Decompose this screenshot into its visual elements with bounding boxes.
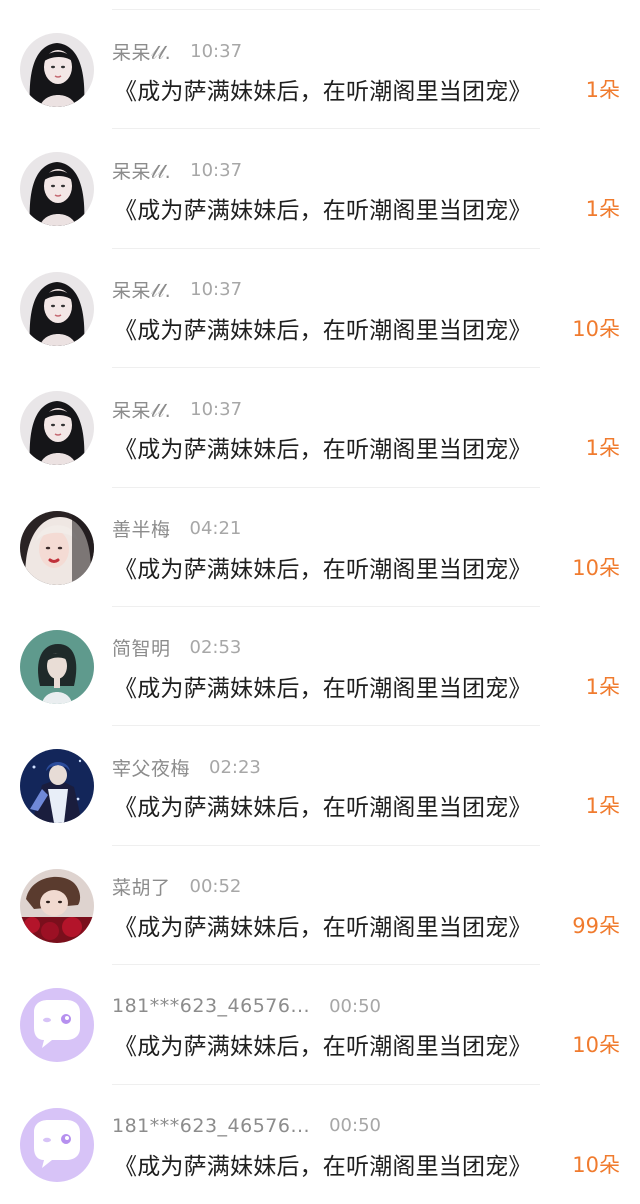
user-avatar[interactable] bbox=[20, 1107, 94, 1182]
timestamp: 04:21 bbox=[189, 518, 242, 540]
user-avatar[interactable] bbox=[20, 391, 94, 466]
book-title[interactable]: 《成为萨满妹妹后，在听潮阁里当团宠》 bbox=[114, 1147, 532, 1181]
book-title[interactable]: 《成为萨满妹妹后，在听潮阁里当团宠》 bbox=[114, 191, 532, 225]
user-avatar[interactable] bbox=[20, 868, 94, 943]
timestamp: 00:52 bbox=[189, 876, 242, 898]
user-avatar[interactable] bbox=[20, 749, 94, 824]
user-avatar[interactable] bbox=[20, 152, 94, 227]
gift-count: 10朵 bbox=[572, 555, 620, 580]
book-title[interactable]: 《成为萨满妹妹后，在听潮阁里当团宠》 bbox=[114, 72, 532, 106]
girl-dark-hair-avatar-icon bbox=[20, 391, 94, 466]
timestamp: 00:50 bbox=[329, 995, 381, 1017]
gift-count: 1朵 bbox=[585, 794, 620, 819]
item-meta: 宰父夜梅 02:23 bbox=[112, 754, 261, 780]
list-item[interactable]: 181***623_46576... 00:50 《成为萨满妹妹后，在听潮阁里当… bbox=[0, 965, 640, 1085]
book-title[interactable]: 《成为萨满妹妹后，在听潮阁里当团宠》 bbox=[114, 311, 532, 345]
girl-teal-illustration-avatar-icon bbox=[20, 629, 94, 704]
girl-white-hair-avatar-icon bbox=[20, 510, 94, 585]
user-avatar[interactable] bbox=[20, 510, 94, 585]
username[interactable]: 181***623_46576... bbox=[112, 1115, 310, 1137]
item-meta: 181***623_46576... 00:50 bbox=[112, 993, 381, 1019]
book-title[interactable]: 《成为萨满妹妹后，在听潮阁里当团宠》 bbox=[114, 1027, 532, 1061]
item-meta: 菜胡了 00:52 bbox=[112, 874, 241, 900]
gift-count: 10朵 bbox=[572, 1152, 620, 1177]
list-item[interactable]: 呆呆𝓁𝓁. 10:37 《成为萨满妹妹后，在听潮阁里当团宠》 1朵 bbox=[0, 10, 640, 130]
book-title[interactable]: 《成为萨满妹妹后，在听潮阁里当团宠》 bbox=[114, 430, 532, 464]
username[interactable]: 呆呆𝓁𝓁. bbox=[112, 276, 171, 303]
girl-dark-hair-avatar-icon bbox=[20, 33, 94, 107]
gift-count: 1朵 bbox=[585, 78, 620, 102]
timestamp: 02:23 bbox=[209, 756, 261, 778]
username[interactable]: 呆呆𝓁𝓁. bbox=[112, 396, 171, 423]
book-title[interactable]: 《成为萨满妹妹后，在听潮阁里当团宠》 bbox=[114, 550, 532, 584]
boy-red-flowers-avatar-icon bbox=[20, 868, 94, 943]
username[interactable]: 呆呆𝓁𝓁. bbox=[112, 157, 171, 184]
list-item[interactable]: 菜胡了 00:52 《成为萨满妹妹后，在听潮阁里当团宠》 99朵 bbox=[0, 846, 640, 966]
username[interactable]: 宰父夜梅 bbox=[112, 754, 190, 781]
item-meta: 简智明 02:53 bbox=[112, 635, 241, 661]
default-chat-bubble-avatar-icon bbox=[20, 1107, 94, 1182]
gift-record-list: 呆呆𝓁𝓁. 10:37 《成为萨满妹妹后，在听潮阁里当团宠》 1朵 呆呆𝓁𝓁. … bbox=[0, 10, 640, 1204]
item-meta: 呆呆𝓁𝓁. 10:37 bbox=[112, 277, 242, 303]
book-title[interactable]: 《成为萨满妹妹后，在听潮阁里当团宠》 bbox=[114, 788, 532, 822]
anime-character-blue-avatar-icon bbox=[20, 749, 94, 824]
list-item[interactable]: 宰父夜梅 02:23 《成为萨满妹妹后，在听潮阁里当团宠》 1朵 bbox=[0, 726, 640, 846]
gift-count: 1朵 bbox=[585, 674, 620, 699]
username[interactable]: 181***623_46576... bbox=[112, 995, 310, 1017]
user-avatar[interactable] bbox=[20, 629, 94, 704]
list-item[interactable]: 呆呆𝓁𝓁. 10:37 《成为萨满妹妹后，在听潮阁里当团宠》 1朵 bbox=[0, 129, 640, 249]
gift-count: 10朵 bbox=[572, 316, 620, 341]
username[interactable]: 呆呆𝓁𝓁. bbox=[112, 38, 171, 65]
user-avatar[interactable] bbox=[20, 33, 94, 107]
user-avatar[interactable] bbox=[20, 271, 94, 346]
timestamp: 10:37 bbox=[190, 40, 243, 62]
item-meta: 呆呆𝓁𝓁. 10:37 bbox=[112, 396, 242, 422]
gift-count: 99朵 bbox=[572, 913, 620, 938]
username[interactable]: 简智明 bbox=[112, 634, 171, 661]
timestamp: 10:37 bbox=[190, 398, 243, 420]
timestamp: 00:50 bbox=[329, 1115, 381, 1137]
username[interactable]: 菜胡了 bbox=[112, 873, 171, 900]
timestamp: 10:37 bbox=[190, 159, 243, 181]
timestamp: 10:37 bbox=[190, 279, 243, 301]
gift-count: 1朵 bbox=[585, 436, 620, 461]
girl-dark-hair-avatar-icon bbox=[20, 152, 94, 227]
girl-dark-hair-avatar-icon bbox=[20, 271, 94, 346]
user-avatar[interactable] bbox=[20, 988, 94, 1063]
timestamp: 02:53 bbox=[189, 637, 242, 659]
list-item[interactable]: 呆呆𝓁𝓁. 10:37 《成为萨满妹妹后，在听潮阁里当团宠》 1朵 bbox=[0, 368, 640, 488]
default-chat-bubble-avatar-icon bbox=[20, 988, 94, 1063]
list-item[interactable]: 善半梅 04:21 《成为萨满妹妹后，在听潮阁里当团宠》 10朵 bbox=[0, 488, 640, 607]
item-meta: 呆呆𝓁𝓁. 10:37 bbox=[112, 157, 242, 183]
gift-count: 1朵 bbox=[585, 197, 620, 222]
gift-count: 10朵 bbox=[572, 1033, 620, 1058]
item-meta: 善半梅 04:21 bbox=[112, 516, 241, 542]
list-item[interactable]: 简智明 02:53 《成为萨满妹妹后，在听潮阁里当团宠》 1朵 bbox=[0, 607, 640, 727]
book-title[interactable]: 《成为萨满妹妹后，在听潮阁里当团宠》 bbox=[114, 669, 532, 703]
item-meta: 呆呆𝓁𝓁. 10:37 bbox=[112, 38, 242, 64]
item-meta: 181***623_46576... 00:50 bbox=[112, 1113, 381, 1139]
book-title[interactable]: 《成为萨满妹妹后，在听潮阁里当团宠》 bbox=[114, 908, 532, 942]
username[interactable]: 善半梅 bbox=[112, 515, 171, 542]
list-item[interactable]: 呆呆𝓁𝓁. 10:37 《成为萨满妹妹后，在听潮阁里当团宠》 10朵 bbox=[0, 249, 640, 369]
